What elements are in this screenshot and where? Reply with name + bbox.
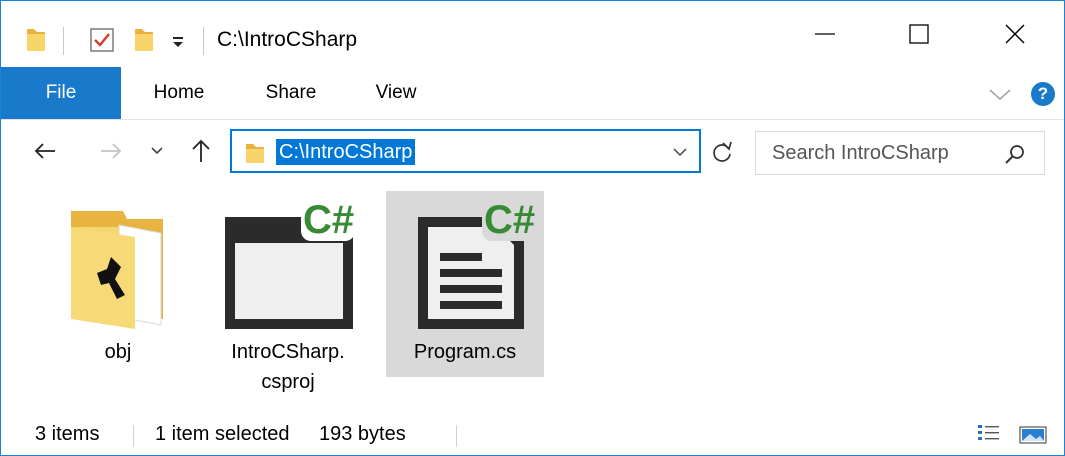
file-name: obj: [104, 341, 132, 363]
file-item-program-cs[interactable]: C# Program.cs: [386, 191, 544, 377]
explorer-window: C:\IntroCSharp File Home Share View ? C:…: [0, 0, 1065, 456]
tab-view[interactable]: View: [369, 67, 423, 119]
folder-icon: [27, 29, 45, 51]
svg-text:C#: C#: [303, 198, 354, 242]
tab-file[interactable]: File: [1, 67, 121, 119]
csharp-file-icon: C#: [418, 197, 536, 329]
status-separator: [456, 425, 457, 447]
new-folder-icon[interactable]: [133, 25, 155, 53]
tab-home[interactable]: Home: [147, 67, 211, 119]
window-title: C:\IntroCSharp: [217, 28, 358, 51]
forward-button[interactable]: [93, 131, 129, 171]
folder-icon: [246, 144, 264, 163]
title-separator: [203, 27, 204, 55]
tab-share[interactable]: Share: [259, 67, 323, 119]
folder-icon: [71, 211, 163, 329]
up-arrow-icon: [192, 139, 210, 162]
address-value[interactable]: C:\IntroCSharp: [276, 139, 416, 165]
back-arrow-icon: [34, 143, 55, 159]
ribbon-tabs: File Home Share View ?: [1, 67, 1064, 120]
csharp-project-icon: C#: [225, 197, 355, 329]
file-name: Program.cs: [413, 341, 517, 363]
address-bar[interactable]: C:\IntroCSharp: [230, 129, 701, 173]
help-button[interactable]: ?: [1031, 82, 1055, 106]
file-name: IntroCSharp. csproj: [231, 341, 345, 393]
svg-text:C#: C#: [484, 198, 535, 242]
maximize-icon: [909, 24, 929, 44]
search-placeholder: Search IntroCSharp: [772, 142, 949, 164]
close-icon: [1005, 24, 1025, 44]
refresh-button[interactable]: [703, 131, 741, 173]
selection-count: 1 item selected: [155, 423, 290, 445]
title-separator: [63, 27, 64, 55]
details-view-icon[interactable]: [977, 423, 1001, 445]
status-bar: 3 items 1 item selected 193 bytes: [1, 413, 1064, 455]
maximize-button[interactable]: [891, 14, 947, 54]
chevron-down-icon: [151, 147, 163, 155]
file-item-csproj[interactable]: C# IntroCSharp. csproj: [211, 191, 365, 393]
recent-locations-button[interactable]: [143, 131, 171, 171]
item-count: 3 items: [35, 423, 100, 445]
minimize-button[interactable]: [797, 14, 853, 54]
minimize-icon: [815, 33, 835, 35]
status-separator: [133, 425, 134, 447]
expand-ribbon-icon[interactable]: [987, 83, 1013, 105]
up-button[interactable]: [183, 131, 219, 171]
chevron-down-icon[interactable]: [670, 143, 690, 161]
back-button[interactable]: [27, 131, 63, 171]
selection-size: 193 bytes: [319, 423, 406, 445]
properties-icon[interactable]: [89, 27, 115, 53]
forward-arrow-icon: [101, 143, 122, 159]
close-button[interactable]: [987, 14, 1043, 54]
refresh-icon: [713, 141, 732, 162]
customize-toolbar-icon[interactable]: [171, 35, 185, 49]
search-icon[interactable]: [1004, 143, 1026, 165]
large-icons-view-icon[interactable]: [1019, 426, 1047, 444]
search-input[interactable]: Search IntroCSharp: [755, 131, 1045, 175]
file-item-obj[interactable]: obj: [41, 191, 195, 381]
title-bar: C:\IntroCSharp: [1, 1, 1064, 67]
